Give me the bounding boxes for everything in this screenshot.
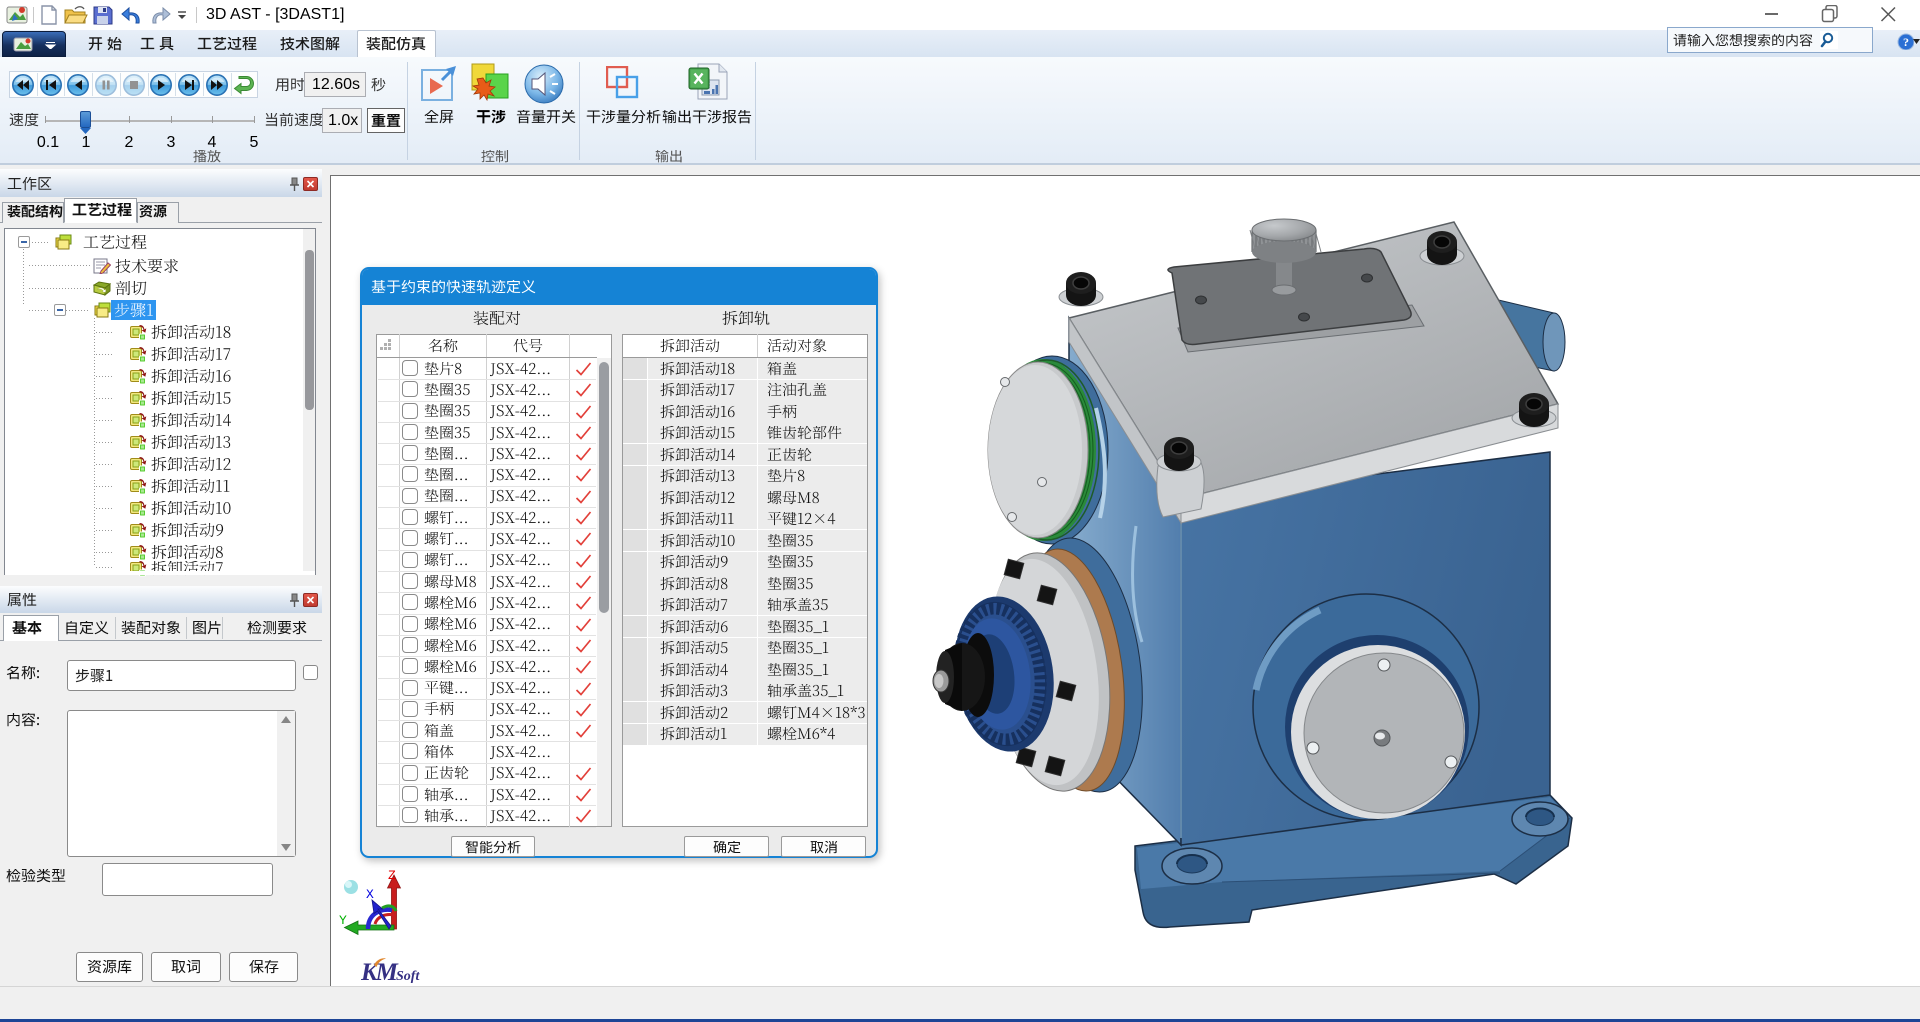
svg-text:KM: KM — [361, 959, 399, 986]
svg-text:?: ? — [1903, 35, 1909, 49]
svg-text:Y: Y — [339, 913, 347, 928]
svg-text:Soft: Soft — [396, 969, 420, 984]
svg-text:Z: Z — [388, 868, 396, 883]
svg-text:X: X — [366, 887, 374, 902]
